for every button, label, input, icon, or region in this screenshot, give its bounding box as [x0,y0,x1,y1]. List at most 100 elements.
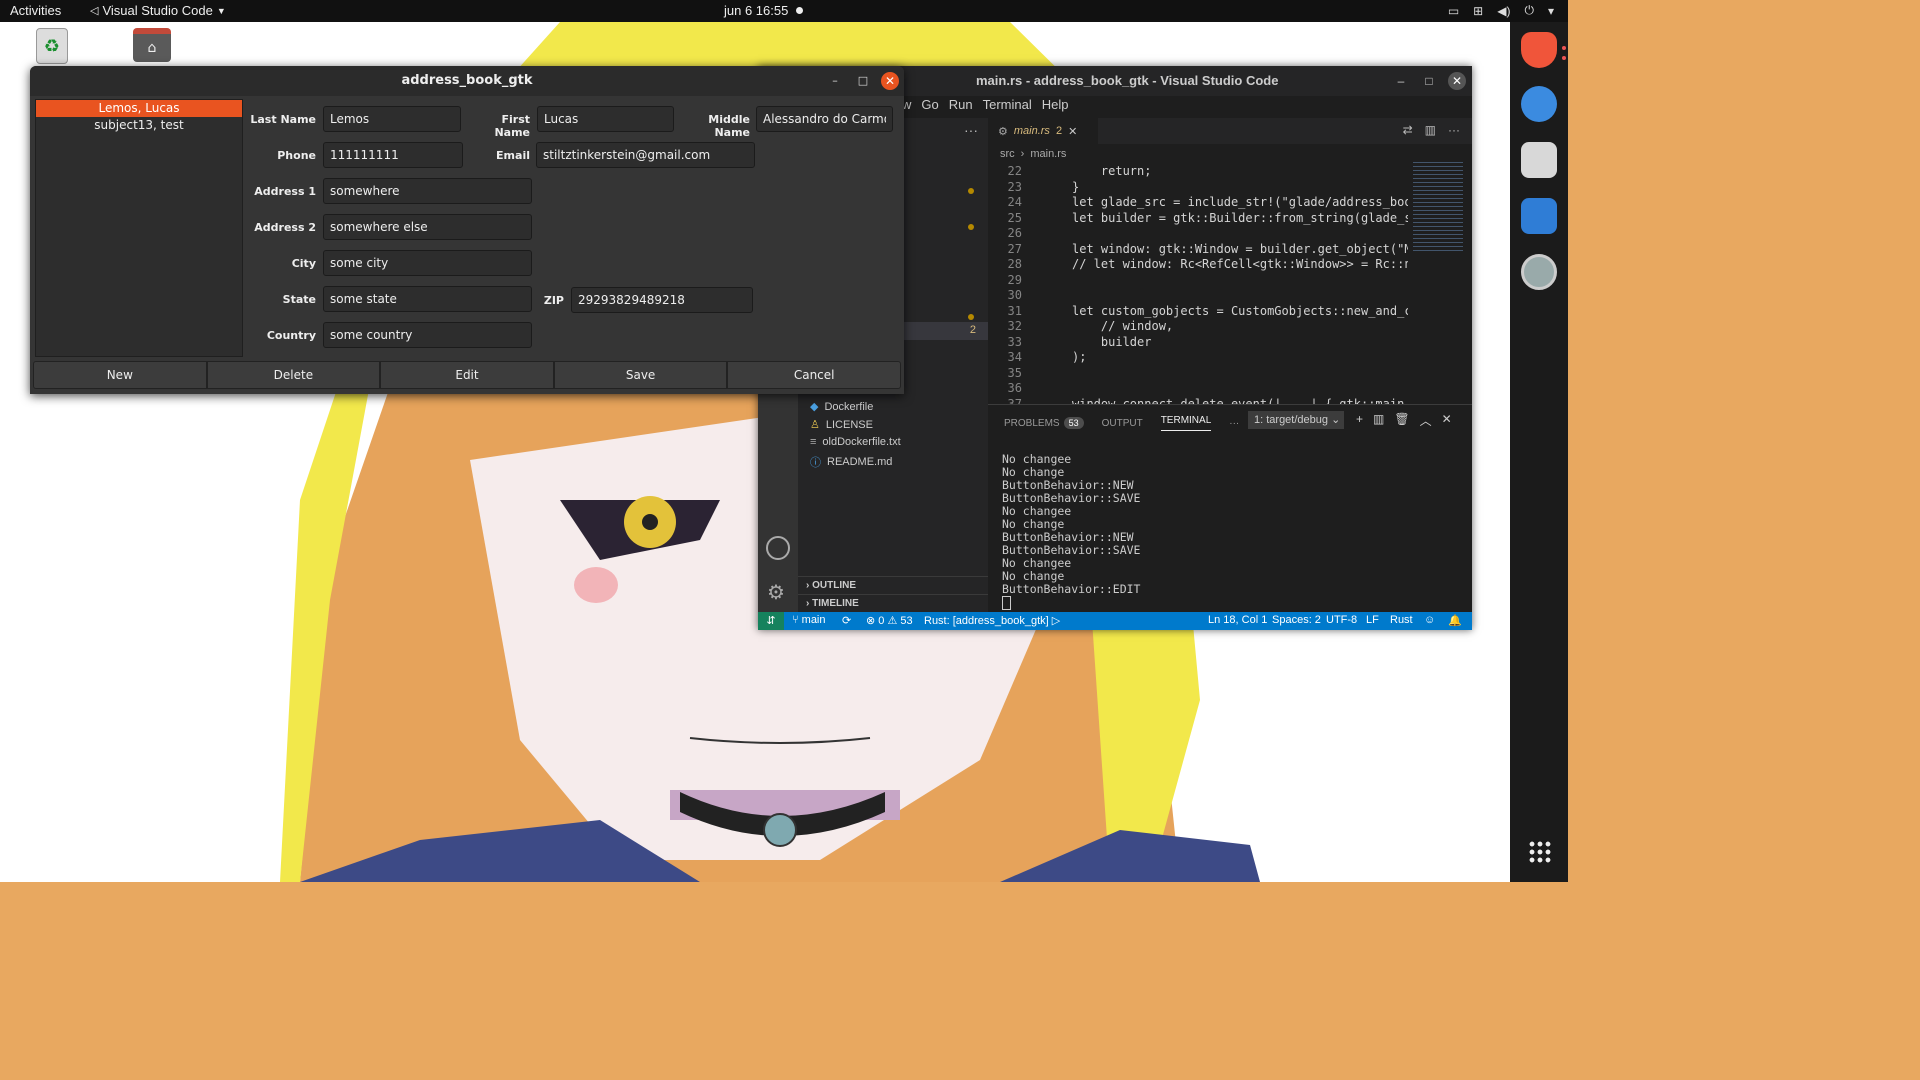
account-icon[interactable] [766,536,790,560]
home-folder-icon[interactable]: ⌂ [133,28,171,62]
file-license[interactable]: ♙ LICENSE [810,418,873,432]
tab-problems[interactable]: PROBLEMS 53 [1004,416,1084,429]
activities-button[interactable]: Activities [10,3,61,18]
file-old-dockerfile[interactable]: ≡ oldDockerfile.txt [810,436,901,448]
more-actions-icon[interactable]: ··· [964,122,978,138]
disc-icon[interactable] [1521,254,1557,290]
email-field[interactable] [536,142,755,168]
file-readme[interactable]: ⓘ README.md [810,454,892,470]
file-dockerfile[interactable]: ◆ Dockerfile [810,400,873,414]
code-line[interactable]: 31 let custom_gobjects = CustomGobjects::… [988,304,1408,320]
code-line[interactable]: 26 [988,226,1408,242]
clock[interactable]: jun 6 16:55 [724,3,804,18]
thunderbird-icon[interactable] [1521,86,1557,122]
line-ending[interactable]: LF [1366,614,1379,626]
menu-run[interactable]: Run [949,97,973,117]
encoding[interactable]: UTF-8 [1326,614,1357,626]
gear-icon[interactable]: ⚙ [767,580,785,605]
first-name-field[interactable] [537,106,674,132]
edit-button[interactable]: Edit [380,361,554,389]
last-name-field[interactable] [323,106,461,132]
plus-icon[interactable]: + [1356,412,1363,429]
code-line[interactable]: 23} [988,180,1408,196]
tab-main-rs[interactable]: ⚙ main.rs 2 ✕ [988,118,1098,144]
address1-field[interactable] [323,178,532,204]
close-button[interactable]: ✕ [1448,72,1466,90]
code-line[interactable]: 29 [988,273,1408,289]
code-line[interactable]: 28 // let window: Rc<RefCell<gtk::Window>… [988,257,1408,273]
chevron-up-icon[interactable]: ︿ [1420,412,1432,429]
minimap[interactable] [1413,162,1463,252]
contact-row[interactable]: subject13, test [36,117,242,134]
save-button[interactable]: Save [553,361,728,389]
terminal-output[interactable]: No changee No change ButtonBehavior::NEW Bu… [1002,453,1140,610]
brave-browser-icon[interactable] [1521,32,1557,68]
maximize-button[interactable]: □ [854,72,872,90]
more-actions-icon[interactable]: ··· [1448,123,1460,137]
code-view[interactable]: 22 return; 23} 24 let glade_src = include_s… [988,164,1408,404]
trash-icon[interactable]: 🗑 [1394,412,1409,429]
maximize-button[interactable]: □ [1420,72,1438,90]
country-field[interactable] [323,322,532,348]
app-menu[interactable]: ◁ Visual Studio Code ▼ [90,3,226,18]
menu-go[interactable]: Go [921,97,938,117]
terminal-prompt[interactable] [1002,596,1140,610]
code-line[interactable]: 34); [988,350,1408,366]
zip-field[interactable] [571,287,753,313]
close-icon[interactable]: ✕ [1442,412,1452,429]
code-line[interactable]: 35 [988,366,1408,382]
split-editor-icon[interactable]: ▥ [1425,123,1436,137]
cursor-position[interactable]: Ln 18, Col 1 [1208,614,1267,626]
code-line[interactable]: 37 window.connect_delete_event(|_, _| { g… [988,397,1408,405]
code-line[interactable]: 33 builder [988,335,1408,351]
code-line[interactable]: 30 [988,288,1408,304]
feedback-icon[interactable]: ☺ [1424,614,1435,626]
show-applications-icon[interactable] [1528,840,1552,864]
code-line[interactable]: 22 return; [988,164,1408,180]
sync-icon[interactable]: ⟳ [842,614,851,627]
tab-terminal[interactable]: TERMINAL [1160,415,1212,431]
breadcrumb-main-rs[interactable]: main.rs [1030,148,1066,160]
minimize-button[interactable]: – [826,72,844,90]
vscode-dock-icon[interactable] [1521,198,1557,234]
city-field[interactable] [323,250,532,276]
split-terminal-icon[interactable]: ▥ [1373,412,1384,429]
delete-button[interactable]: Delete [206,361,381,389]
problems-status[interactable]: ⊗ 0 ⚠ 53 [866,614,913,627]
language-mode[interactable]: Rust [1390,614,1413,626]
files-icon[interactable] [1521,142,1557,178]
cancel-button[interactable]: Cancel [727,361,901,389]
more-actions-icon[interactable]: ··· [1229,418,1239,429]
indentation[interactable]: Spaces: 2 [1272,614,1321,626]
system-tray[interactable]: ▭ ⊞ ◀) ⏻ ▾ [1448,3,1554,18]
close-button[interactable]: ✕ [881,72,899,90]
bell-icon[interactable]: 🔔 [1448,614,1462,627]
address2-field[interactable] [323,214,532,240]
terminal-select[interactable]: 1: target/debug ⌄ [1248,411,1344,429]
gtk-titlebar[interactable]: address_book_gtk – □ ✕ [30,66,904,96]
remote-icon[interactable]: ⇵ [758,612,784,630]
middle-name-field[interactable] [756,106,893,132]
outline-section[interactable]: › OUTLINE [798,576,988,594]
breadcrumb-src[interactable]: src [1000,148,1015,160]
menu-help[interactable]: Help [1042,97,1069,117]
phone-field[interactable] [323,142,463,168]
contact-row[interactable]: Lemos, Lucas [36,100,242,117]
rust-status[interactable]: Rust: [address_book_gtk] ▷ [924,614,1060,627]
code-line[interactable]: 24 let glade_src = include_str!("glade/ad… [988,195,1408,211]
state-field[interactable] [323,286,532,312]
compare-icon[interactable]: ⇄ [1403,123,1413,137]
menu-terminal[interactable]: Terminal [983,97,1032,117]
branch-status[interactable]: ⑂ main [792,614,826,626]
code-line[interactable]: 27 let window: gtk::Window = builder.get_… [988,242,1408,258]
code-line[interactable]: 32 // window, [988,319,1408,335]
code-text: } [1072,179,1080,194]
timeline-section[interactable]: › TIMELINE [798,594,988,612]
tab-output[interactable]: OUTPUT [1102,418,1143,429]
minimize-button[interactable]: – [1392,72,1410,90]
trash-icon[interactable]: ♻ [36,28,68,64]
code-line[interactable]: 25 let builder = gtk::Builder::from_strin… [988,211,1408,227]
close-tab-icon[interactable]: ✕ [1068,125,1077,138]
code-line[interactable]: 36 [988,381,1408,397]
new-button[interactable]: New [33,361,207,389]
